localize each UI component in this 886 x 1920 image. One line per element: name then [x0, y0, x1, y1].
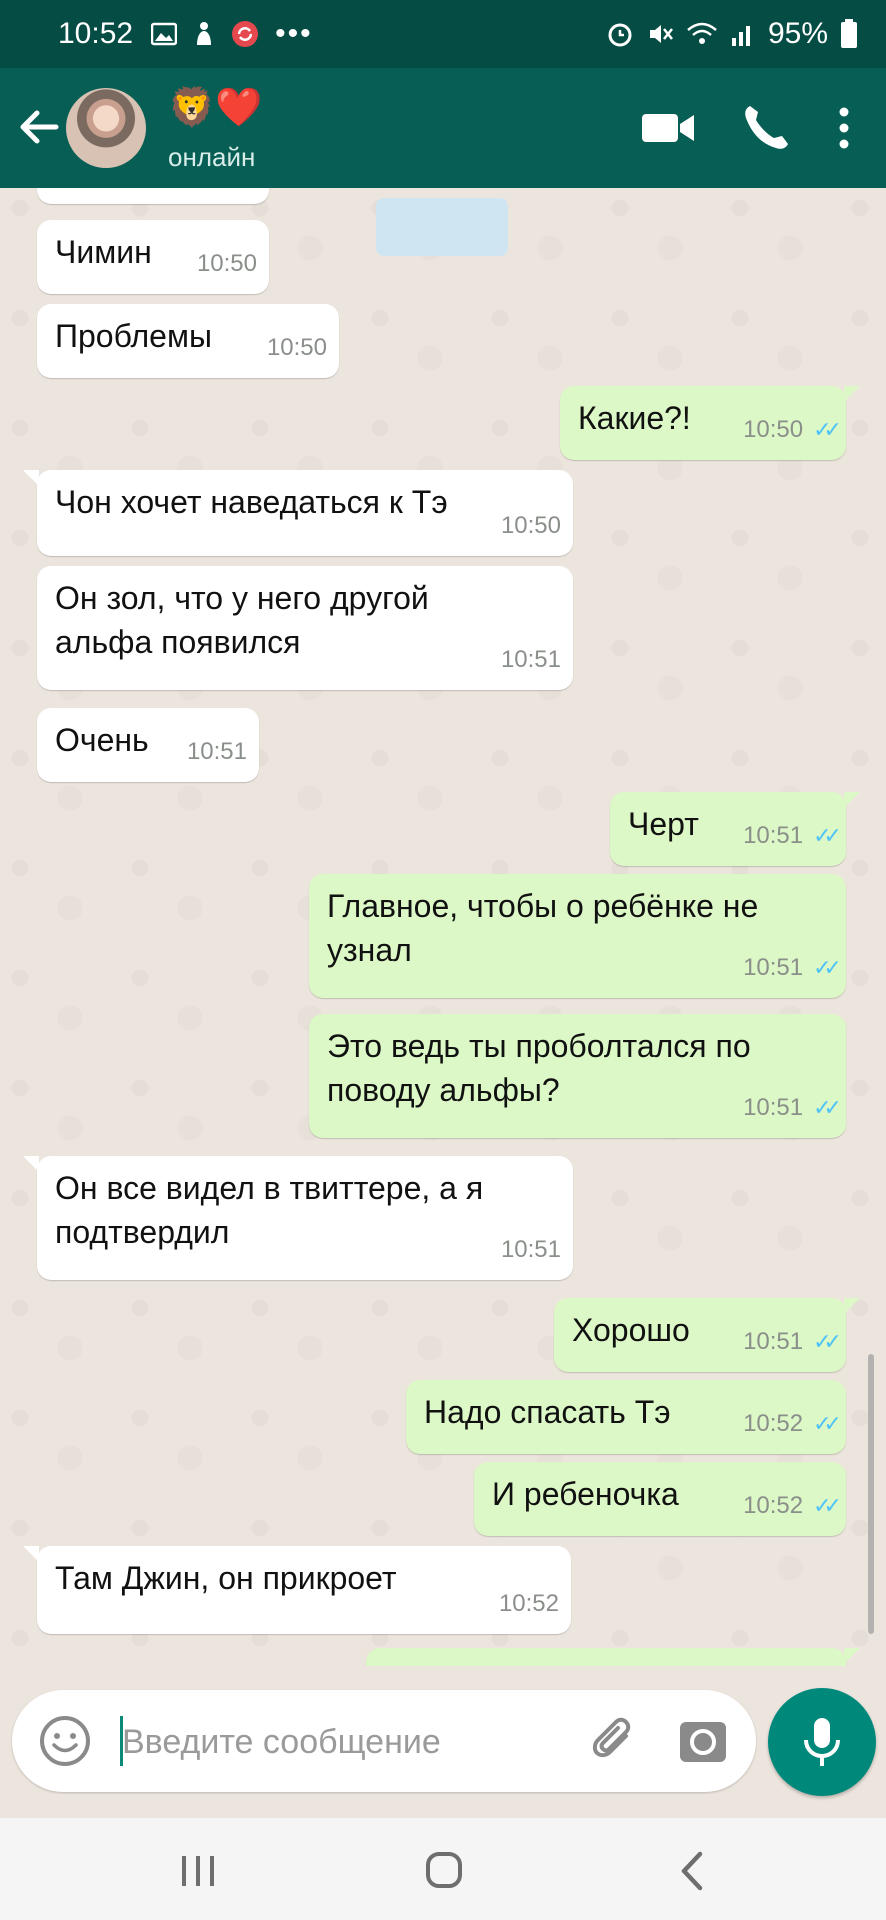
- system-nav-bar: [0, 1818, 886, 1920]
- read-ticks-icon: ✓✓: [813, 1329, 842, 1354]
- read-ticks-icon: ✓✓: [813, 417, 842, 442]
- bubble-tail: [23, 470, 39, 486]
- attach-icon[interactable]: [586, 1712, 644, 1770]
- blurred-content: [376, 198, 508, 256]
- camera-icon[interactable]: [674, 1712, 732, 1770]
- message-time: 10:51: [743, 954, 804, 981]
- message-time: 10:51: [186, 738, 247, 765]
- message-outgoing[interactable]: Надо спасать Тэ 10:52 ✓✓: [406, 1380, 846, 1454]
- message-time: 10:51: [743, 822, 804, 849]
- voice-call-icon[interactable]: [738, 100, 794, 156]
- message-time: 10:52: [743, 1410, 804, 1437]
- mic-button[interactable]: [768, 1688, 876, 1796]
- read-ticks-icon: ✓✓: [813, 1411, 842, 1436]
- emoji-icon[interactable]: [36, 1712, 94, 1770]
- more-vert-icon[interactable]: [816, 100, 872, 156]
- bubble-tail: [844, 1298, 860, 1314]
- message-outgoing[interactable]: Главное, чтобы о ребёнке не узнал 10:51 ✓…: [309, 874, 846, 998]
- home-icon[interactable]: [414, 1846, 474, 1896]
- message-time: 10:50: [196, 250, 257, 277]
- bubble-tail: [844, 792, 860, 808]
- message-outgoing[interactable]: Черт 10:51 ✓✓: [610, 792, 860, 866]
- scrollbar-thumb[interactable]: [868, 1354, 874, 1634]
- bubble-tail: [844, 386, 860, 402]
- image-icon: [151, 22, 178, 46]
- chat-header: 🦁❤️ онлайн: [0, 68, 886, 188]
- message-incoming[interactable]: Очень 10:51: [37, 708, 259, 782]
- message-time: 10:51: [500, 1236, 561, 1263]
- message-outgoing[interactable]: [366, 1648, 860, 1666]
- read-ticks-icon: ✓✓: [813, 1493, 842, 1518]
- signal-icon: [731, 26, 750, 46]
- message-time: 13:41: [197, 188, 257, 202]
- read-ticks-icon: ✓✓: [813, 955, 842, 980]
- more-dots-icon: •••: [275, 17, 313, 50]
- message-time: 10:51: [743, 1328, 804, 1355]
- message-time: 10:51: [743, 1094, 804, 1121]
- message-time: 10:50: [266, 334, 327, 361]
- message-incoming[interactable]: Чимин 10:50: [37, 220, 269, 294]
- message-composer: [12, 1690, 756, 1792]
- avatar[interactable]: [66, 88, 146, 168]
- message-outgoing[interactable]: Это ведь ты проболтался по поводу альфы?…: [309, 1014, 846, 1138]
- mic-icon: [804, 1718, 840, 1766]
- message-incoming[interactable]: 13:41: [37, 188, 269, 204]
- message-time: 10:50: [500, 512, 561, 539]
- status-right-icons: 95%: [606, 17, 858, 51]
- status-left-icons: •••: [151, 17, 606, 51]
- message-incoming[interactable]: Он все видел в твиттере, а я подтвердил …: [23, 1156, 573, 1280]
- message-incoming[interactable]: Там Джин, он прикроет 10:52: [23, 1546, 571, 1634]
- bubble-tail: [23, 1156, 39, 1172]
- message-incoming[interactable]: Чон хочет наведаться к Тэ 10:50: [23, 470, 573, 556]
- battery-percent: 95%: [767, 17, 828, 50]
- back-icon[interactable]: [664, 1846, 724, 1896]
- message-input[interactable]: [120, 1710, 584, 1774]
- message-incoming[interactable]: Проблемы 10:50: [37, 304, 339, 378]
- message-text: Он зол, что у него другой альфа появился: [55, 580, 429, 660]
- message-time: 10:50: [743, 416, 804, 443]
- battery-icon: [841, 19, 857, 48]
- mute-icon: [649, 25, 673, 43]
- message-text: Чон хочет наведаться к Тэ: [55, 484, 448, 520]
- back-arrow-icon[interactable]: [10, 98, 68, 156]
- wifi-icon: [687, 22, 717, 44]
- message-time: 10:52: [743, 1492, 804, 1519]
- message-text: Он все видел в твиттере, а я подтвердил: [55, 1170, 484, 1250]
- bubble-tail: [844, 1648, 860, 1664]
- bubble-tail: [23, 1546, 39, 1562]
- status-bar: 10:52 ••• 95%: [0, 0, 886, 68]
- video-call-icon[interactable]: [640, 100, 696, 156]
- contact-status: онлайн: [168, 142, 256, 172]
- sync-icon: [232, 21, 259, 47]
- message-outgoing[interactable]: Хорошо 10:51 ✓✓: [554, 1298, 860, 1372]
- alarm-icon: [608, 23, 632, 47]
- read-ticks-icon: ✓✓: [813, 1095, 842, 1120]
- message-incoming[interactable]: Он зол, что у него другой альфа появился…: [37, 566, 573, 690]
- message-time: 10:51: [500, 646, 561, 673]
- recents-icon[interactable]: [168, 1846, 228, 1896]
- message-outgoing[interactable]: И ребеночка 10:52 ✓✓: [474, 1462, 846, 1536]
- message-text: Там Джин, он прикроет: [55, 1560, 397, 1596]
- message-outgoing[interactable]: Какие?! 10:50 ✓✓: [560, 386, 860, 460]
- chat-area[interactable]: 13:41 Чимин 10:50 Проблемы 10:50 Какие?!…: [0, 188, 886, 1666]
- read-ticks-icon: ✓✓: [813, 823, 842, 848]
- message-time: 10:52: [498, 1590, 559, 1617]
- contact-name[interactable]: 🦁❤️: [168, 86, 263, 130]
- status-time: 10:52: [58, 17, 134, 50]
- hand-icon: [197, 22, 212, 45]
